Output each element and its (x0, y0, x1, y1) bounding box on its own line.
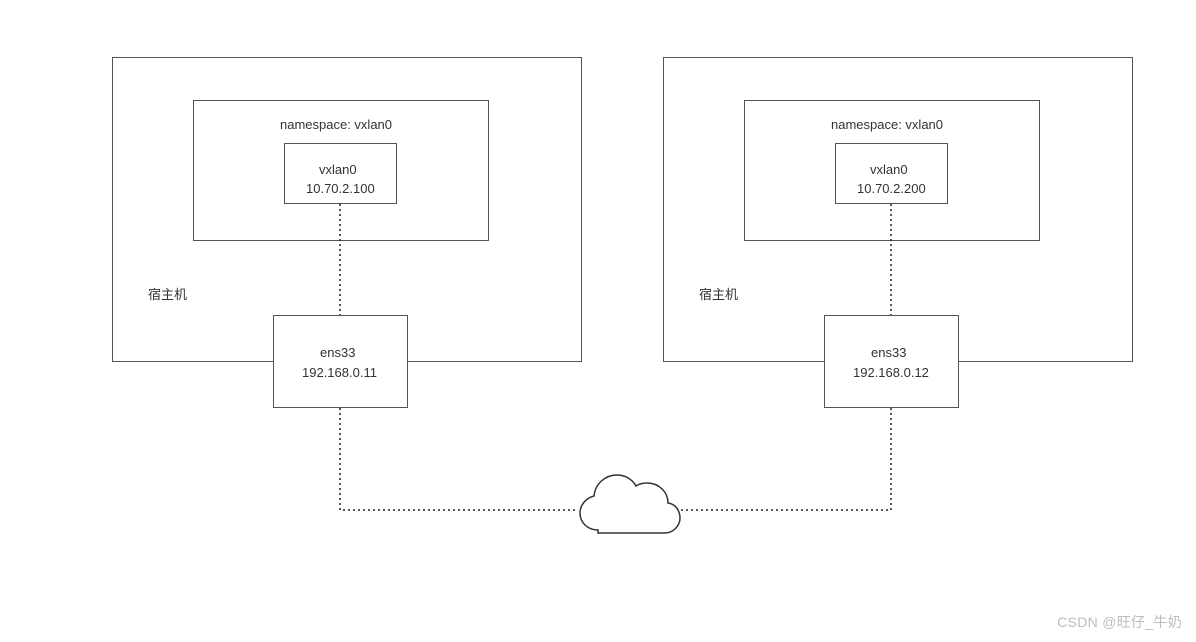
network-diagram: 宿主机 namespace: vxlan0 vxlan0 10.70.2.100… (0, 0, 1196, 642)
vxlan-iface-2: vxlan0 (870, 160, 908, 180)
ens33-ip-2: 192.168.0.12 (853, 363, 929, 383)
vxlan-ip-1: 10.70.2.100 (306, 179, 375, 199)
vxlan-iface-1: vxlan0 (319, 160, 357, 180)
vxlan-ip-2: 10.70.2.200 (857, 179, 926, 199)
ens33-iface-1: ens33 (320, 343, 355, 363)
ens33-iface-2: ens33 (871, 343, 906, 363)
watermark: CSDN @旺仔_牛奶 (1057, 612, 1182, 632)
ens33-ip-1: 192.168.0.11 (302, 363, 377, 383)
cloud-icon (580, 475, 680, 533)
host-label-2: 宿主机 (699, 285, 738, 305)
namespace-title-1: namespace: vxlan0 (280, 115, 392, 135)
namespace-title-2: namespace: vxlan0 (831, 115, 943, 135)
host-label-1: 宿主机 (148, 285, 187, 305)
